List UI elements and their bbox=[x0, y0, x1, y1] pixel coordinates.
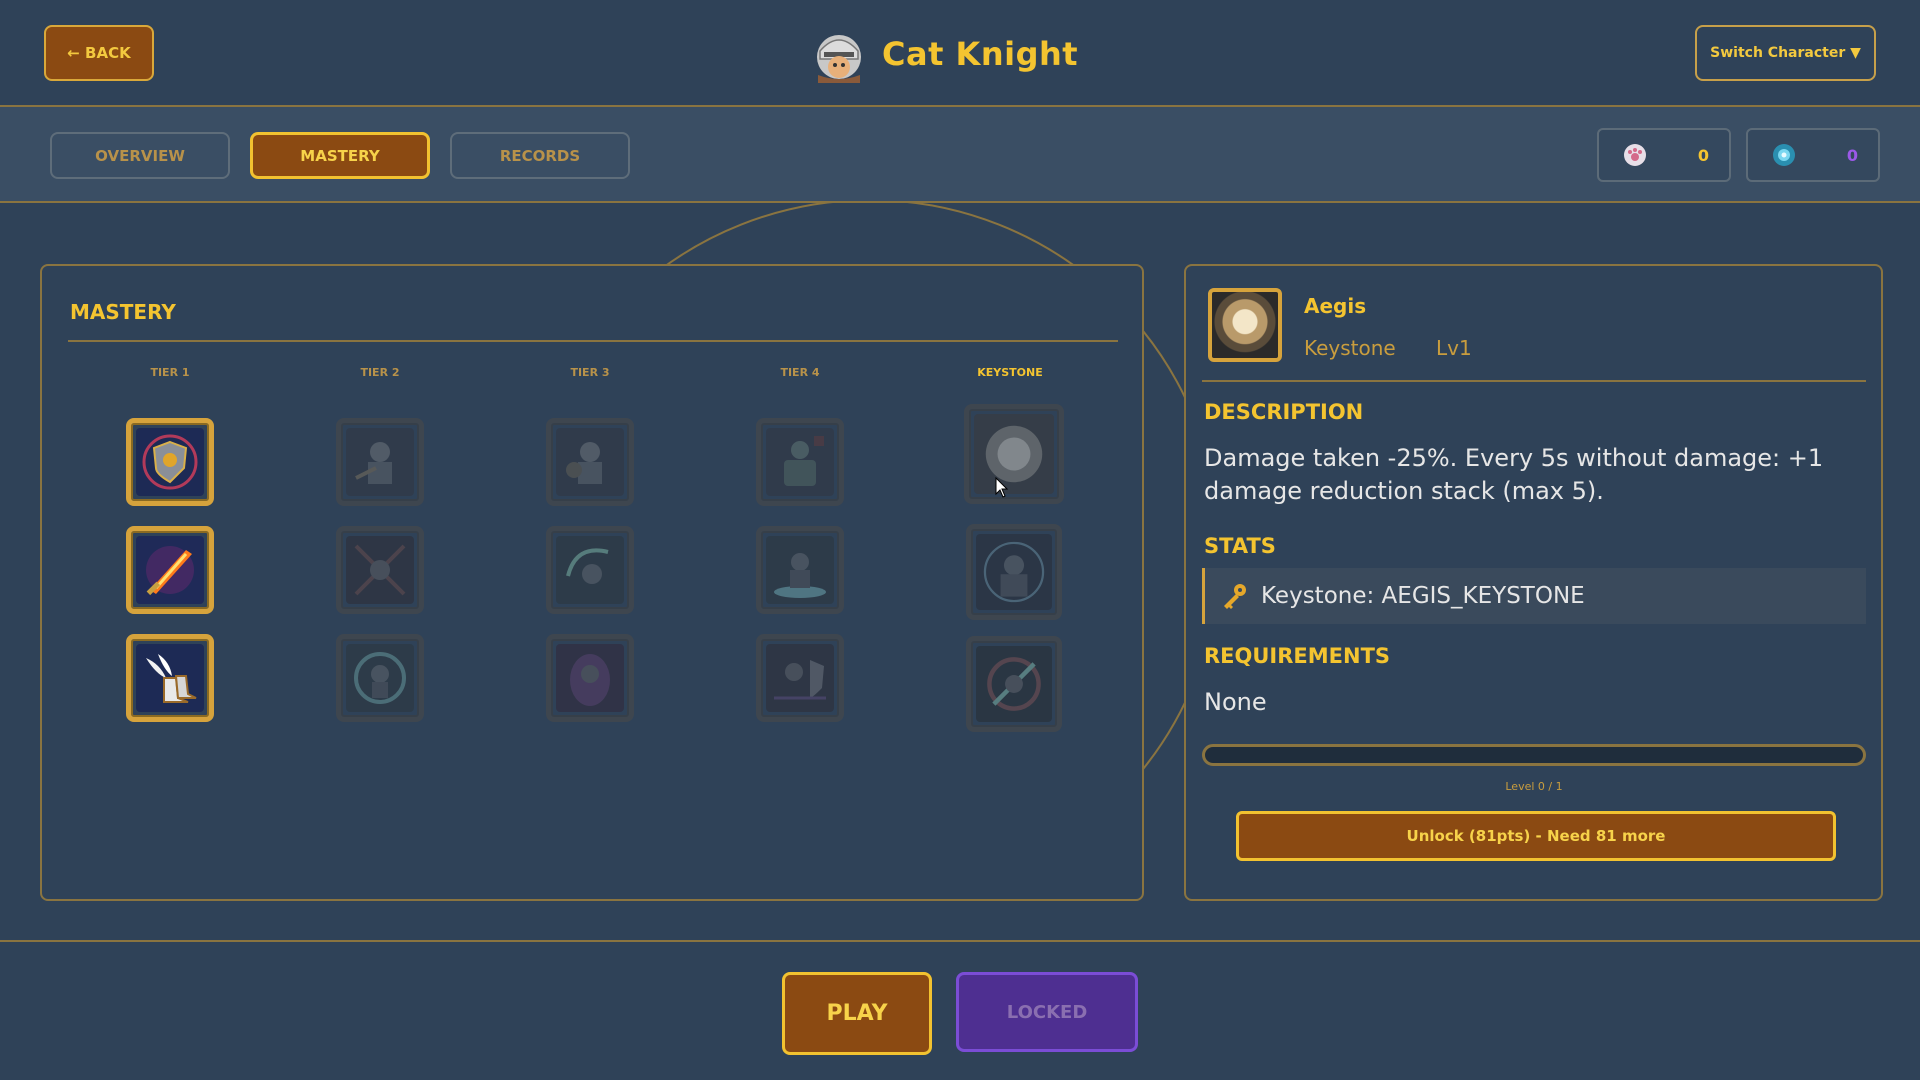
node-aegis[interactable] bbox=[964, 404, 1064, 504]
vortex-blade-icon bbox=[976, 646, 1052, 722]
spin-slash-icon bbox=[556, 536, 624, 604]
detail-panel: Aegis Keystone Lv1 DESCRIPTION Damage ta… bbox=[1184, 264, 1883, 901]
cat-knight-avatar bbox=[810, 25, 868, 83]
node-runic-knight[interactable] bbox=[966, 524, 1062, 620]
unlock-button[interactable]: Unlock (81pts) - Need 81 more bbox=[1236, 811, 1836, 861]
description-heading: DESCRIPTION bbox=[1204, 400, 1364, 424]
mouse-cursor-icon bbox=[995, 477, 1009, 498]
node-green-golem[interactable] bbox=[756, 418, 844, 506]
flame-sword-icon bbox=[136, 536, 204, 604]
paw-orb-icon bbox=[1624, 144, 1646, 166]
detail-name: Aegis bbox=[1304, 294, 1367, 318]
stat-row: Keystone: AEGIS_KEYSTONE bbox=[1202, 568, 1866, 624]
armored-knight-icon bbox=[346, 428, 414, 496]
key-icon bbox=[1224, 584, 1246, 609]
divider bbox=[68, 340, 1118, 342]
node-flame-sword[interactable] bbox=[126, 526, 214, 614]
tab-mastery[interactable]: MASTERY bbox=[250, 132, 430, 179]
tier-label-keystone: KEYSTONE bbox=[977, 366, 1043, 379]
node-shield-bash-knight[interactable] bbox=[756, 634, 844, 722]
top-bar: ← BACK Cat Knight Switch Character ▼ bbox=[0, 0, 1920, 107]
shield-bash-icon bbox=[766, 644, 834, 712]
node-vortex-blade[interactable] bbox=[966, 636, 1062, 732]
play-button[interactable]: PLAY bbox=[782, 972, 932, 1055]
crystal-orb-icon bbox=[1773, 144, 1795, 166]
detail-level: Lv1 bbox=[1436, 336, 1472, 360]
mastery-panel: MASTERY TIER 1 TIER 2 TIER 3 TIER 4 KEYS… bbox=[40, 264, 1144, 901]
bottom-bar: PLAY LOCKED bbox=[0, 940, 1920, 1080]
progress-label: Level 0 / 1 bbox=[1505, 780, 1563, 793]
description-text: Damage taken -25%. Every 5s without dama… bbox=[1204, 444, 1824, 505]
winged-boots-icon bbox=[136, 644, 204, 712]
mastery-title: MASTERY bbox=[70, 300, 176, 324]
back-button[interactable]: ← BACK bbox=[44, 25, 154, 81]
node-guard-knight[interactable] bbox=[546, 418, 634, 506]
currency-crystal: 0 bbox=[1746, 128, 1880, 182]
character-title: Cat Knight bbox=[882, 35, 1079, 73]
node-armored-knight[interactable] bbox=[336, 418, 424, 506]
divider bbox=[1202, 380, 1866, 382]
teal-aura-knight-icon bbox=[346, 644, 414, 712]
guard-knight-icon bbox=[556, 428, 624, 496]
detail-type: Keystone bbox=[1304, 336, 1396, 360]
tier-label: TIER 2 bbox=[360, 366, 400, 379]
tier-label: TIER 3 bbox=[570, 366, 610, 379]
currency-paw: 0 bbox=[1597, 128, 1731, 182]
node-purple-aura-knight[interactable] bbox=[546, 634, 634, 722]
node-winged-boots[interactable] bbox=[126, 634, 214, 722]
stats-heading: STATS bbox=[1204, 534, 1276, 558]
switch-character-button[interactable]: Switch Character ▼ bbox=[1695, 25, 1876, 81]
level-progress-bar bbox=[1202, 744, 1866, 766]
tier-label: TIER 4 bbox=[780, 366, 820, 379]
aegis-icon bbox=[974, 414, 1054, 494]
node-teal-aura-knight[interactable] bbox=[336, 634, 424, 722]
node-water-knight[interactable] bbox=[756, 526, 844, 614]
character-header: Cat Knight bbox=[810, 24, 1078, 84]
node-crossed-blades-knight[interactable] bbox=[336, 526, 424, 614]
tab-records[interactable]: RECORDS bbox=[450, 132, 630, 179]
runic-knight-icon bbox=[976, 534, 1052, 610]
requirements-heading: REQUIREMENTS bbox=[1204, 644, 1391, 668]
water-knight-icon bbox=[766, 536, 834, 604]
requirements-text: None bbox=[1204, 688, 1267, 716]
currency-crystal-value: 0 bbox=[1846, 145, 1858, 165]
tier-label: TIER 1 bbox=[150, 366, 190, 379]
tab-bar: OVERVIEW MASTERY RECORDS 0 0 bbox=[0, 107, 1920, 203]
aegis-portrait-icon bbox=[1208, 288, 1282, 362]
crossed-blades-icon bbox=[346, 536, 414, 604]
node-shield-crest[interactable] bbox=[126, 418, 214, 506]
node-spin-slash-knight[interactable] bbox=[546, 526, 634, 614]
stat-text: Keystone: AEGIS_KEYSTONE bbox=[1261, 583, 1585, 609]
purple-aura-knight-icon bbox=[556, 644, 624, 712]
locked-button[interactable]: LOCKED bbox=[956, 972, 1138, 1052]
shield-crest-icon bbox=[136, 428, 204, 496]
tab-overview[interactable]: OVERVIEW bbox=[50, 132, 230, 179]
green-golem-icon bbox=[766, 428, 834, 496]
currency-paw-value: 0 bbox=[1697, 145, 1709, 165]
